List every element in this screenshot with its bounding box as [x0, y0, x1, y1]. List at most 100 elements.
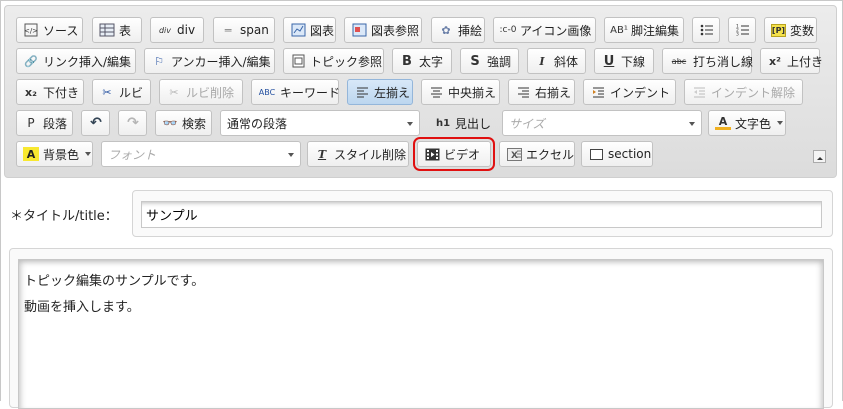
- bg-color-icon: A: [23, 147, 39, 161]
- italic-label: 斜体: [554, 54, 579, 69]
- subscript-label: 下付き: [43, 85, 80, 100]
- indent-icon: [590, 84, 606, 100]
- heading-button[interactable]: h1 見出し: [428, 110, 494, 136]
- subscript-icon: x₂: [25, 85, 37, 99]
- chart-ref-button[interactable]: 図表参照: [344, 17, 422, 43]
- icon-image-button[interactable]: :c-0 アイコン画像: [493, 17, 596, 43]
- topic-ref-button[interactable]: トピック参照: [283, 48, 384, 74]
- link-label: リンク挿入/編集: [43, 54, 132, 69]
- text-color-button[interactable]: A 文字色: [708, 110, 786, 136]
- outdent-button[interactable]: インデント解除: [684, 79, 803, 105]
- anchor-button[interactable]: ⚐ アンカー挿入/編集: [144, 48, 275, 74]
- topic-ref-label: トピック参照: [310, 54, 383, 69]
- chevron-down-icon: [777, 121, 784, 125]
- redo-icon: ↷: [127, 115, 139, 131]
- search-button[interactable]: 👓 検索: [155, 110, 212, 136]
- title-input[interactable]: [141, 201, 822, 228]
- collapse-toolbar-button[interactable]: [813, 150, 826, 163]
- underline-label: 下線: [621, 54, 646, 69]
- film-icon: [424, 146, 440, 162]
- svg-text:3: 3: [736, 32, 739, 38]
- div-label: div: [177, 23, 196, 37]
- remove-style-label: スタイル削除: [334, 147, 407, 162]
- align-center-label: 中央揃え: [448, 85, 497, 100]
- editor-toolbar: </> ソース 表 div div ═ span 図表 図表参照 ✿ 挿絵:c…: [4, 5, 837, 178]
- indent-button[interactable]: インデント: [583, 79, 676, 105]
- align-left-label: 左揃え: [374, 85, 411, 100]
- span-label: span: [240, 23, 269, 37]
- table-label: 表: [119, 23, 132, 38]
- chart-ref-label: 図表参照: [371, 23, 420, 38]
- variable-button[interactable]: [P] 変数: [764, 17, 817, 43]
- paragraph-icon: P: [27, 116, 35, 130]
- chart-ref-icon: [351, 22, 367, 38]
- icon-image-label: アイコン画像: [520, 23, 592, 38]
- body-editor[interactable]: トピック編集のサンプルです。 動画を挿入します。: [18, 259, 824, 409]
- underline-button[interactable]: U 下線: [594, 48, 654, 74]
- section-label: section: [608, 147, 652, 161]
- span-button[interactable]: ═ span: [213, 17, 275, 43]
- paragraph-button[interactable]: P 段落: [16, 110, 73, 136]
- paragraph-label: 段落: [43, 116, 68, 131]
- strong-icon: S: [470, 53, 480, 69]
- bullet-list-button[interactable]: [692, 17, 720, 43]
- div-button[interactable]: div div: [150, 17, 204, 43]
- undo-icon: ↶: [90, 115, 102, 131]
- section-icon: [588, 146, 604, 162]
- ruby-delete-button[interactable]: ✂ ルビ削除: [159, 79, 243, 105]
- table-button[interactable]: 表: [92, 17, 142, 43]
- chart-button[interactable]: 図表: [283, 17, 336, 43]
- footnote-button[interactable]: AB¹ 脚注編集: [604, 17, 684, 43]
- footnote-icon: AB¹: [610, 24, 628, 36]
- format-select[interactable]: 通常の段落: [220, 110, 420, 136]
- source-label: ソース: [43, 23, 79, 38]
- superscript-label: 上付き: [787, 54, 824, 69]
- illustration-label: 挿絵: [458, 23, 483, 38]
- illustration-icon: ✿: [441, 23, 451, 37]
- section-button[interactable]: section: [581, 141, 653, 167]
- superscript-button[interactable]: x² 上付き: [760, 48, 824, 74]
- chevron-down-icon: [689, 122, 695, 126]
- chevron-down-icon: [85, 152, 92, 156]
- align-right-icon: [515, 84, 531, 100]
- link-button[interactable]: 🔗 リンク挿入/編集: [16, 48, 136, 74]
- align-right-label: 右揃え: [535, 85, 572, 100]
- topic-ref-icon: [290, 53, 306, 69]
- strike-label: 打ち消し線: [693, 54, 754, 69]
- align-right-button[interactable]: 右揃え: [508, 79, 575, 105]
- superscript-icon: x²: [769, 54, 781, 68]
- redo-button[interactable]: ↷: [118, 110, 147, 136]
- illustration-button[interactable]: ✿ 挿絵: [431, 17, 485, 43]
- video-button[interactable]: ビデオ: [413, 137, 495, 171]
- table-icon: [99, 22, 115, 38]
- numbered-list-icon: 123: [735, 22, 751, 38]
- variable-label: 変数: [790, 23, 815, 38]
- source-icon: </>: [23, 22, 39, 38]
- strike-button[interactable]: abc 打ち消し線: [662, 48, 754, 74]
- video-label: ビデオ: [444, 147, 481, 162]
- source-button[interactable]: </> ソース: [16, 17, 83, 43]
- italic-button[interactable]: I 斜体: [527, 48, 586, 74]
- align-left-button[interactable]: 左揃え: [347, 79, 413, 105]
- text-color-label: 文字色: [735, 116, 772, 131]
- size-select[interactable]: サイズ: [502, 110, 702, 136]
- bold-button[interactable]: B 太字: [392, 48, 452, 74]
- undo-button[interactable]: ↶: [81, 110, 110, 136]
- strong-label: 強調: [487, 54, 512, 69]
- font-select[interactable]: フォント: [101, 141, 301, 167]
- strong-button[interactable]: S 強調: [460, 48, 519, 74]
- excel-button[interactable]: X エクセル: [499, 141, 575, 167]
- subscript-button[interactable]: x₂ 下付き: [16, 79, 84, 105]
- align-center-button[interactable]: 中央揃え: [421, 79, 500, 105]
- anchor-label: アンカー挿入/編集: [171, 54, 271, 69]
- ruby-button[interactable]: ✂ ルビ: [92, 79, 151, 105]
- ruby-delete-icon: ✂: [169, 85, 179, 99]
- bg-color-button[interactable]: A 背景色: [16, 141, 93, 167]
- keyword-button[interactable]: ABC キーワード: [251, 79, 340, 105]
- chart-icon: [290, 22, 306, 38]
- title-panel: [132, 190, 833, 237]
- remove-style-button[interactable]: T スタイル削除: [307, 141, 409, 167]
- numbered-list-button[interactable]: 123: [728, 17, 756, 43]
- footnote-label: 脚注編集: [631, 23, 680, 38]
- heading-icon: h1: [435, 117, 451, 129]
